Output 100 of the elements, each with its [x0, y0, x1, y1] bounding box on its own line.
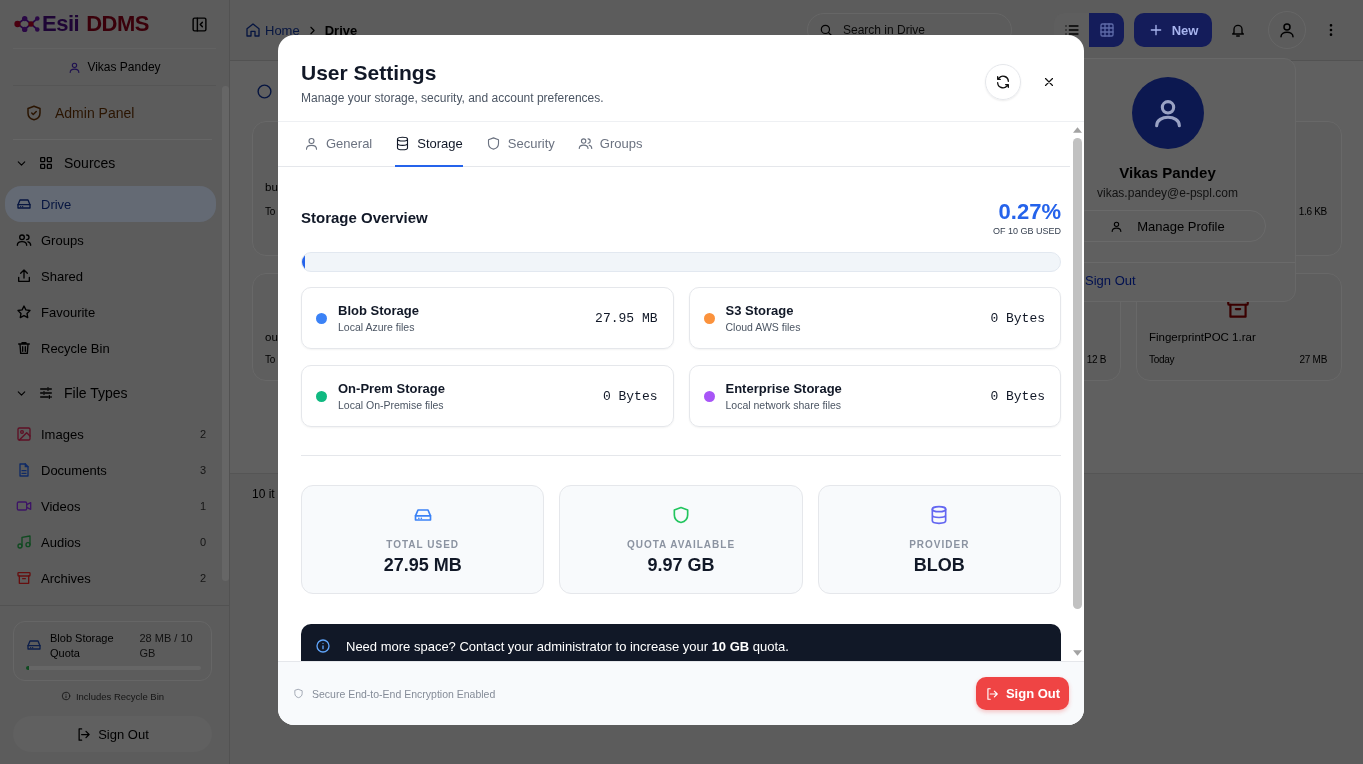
- scroll-up-icon[interactable]: [1072, 127, 1082, 133]
- people-icon: [577, 136, 593, 151]
- user-icon: [304, 136, 319, 151]
- stat-label: QUOTA AVAILABLE: [626, 539, 736, 550]
- scroll-down-icon[interactable]: [1072, 650, 1082, 656]
- profile-email: vikas.pandey@e-pspl.com: [1097, 186, 1238, 200]
- archive-box-icon: [16, 570, 32, 586]
- storage-name: Enterprise Storage: [725, 381, 843, 396]
- storage-name: On-Prem Storage: [338, 381, 446, 396]
- nav-item[interactable]: Archives 2: [5, 560, 216, 596]
- user-icon: [68, 60, 82, 74]
- nav-item[interactable]: Videos 1: [5, 488, 216, 524]
- user-icon: [1278, 21, 1296, 39]
- trash-icon: [16, 340, 32, 356]
- encryption-note: Secure End-to-End Encryption Enabled: [312, 687, 497, 700]
- database-icon: [929, 505, 950, 525]
- upload-icon: [16, 268, 32, 284]
- sign-out-link[interactable]: Sign Out: [1085, 273, 1136, 288]
- nav-item[interactable]: Recycle Bin: [5, 330, 216, 366]
- admin-panel-link[interactable]: Admin Panel: [5, 87, 216, 139]
- stat-value: 9.97 GB: [647, 555, 715, 576]
- logo-text: DDMS: [86, 11, 149, 37]
- nav-item[interactable]: Documents 3: [5, 452, 216, 488]
- profile-name: Vikas Pandey: [1119, 164, 1216, 181]
- nav-item[interactable]: Groups: [5, 222, 216, 258]
- bell-icon[interactable]: [1230, 22, 1246, 38]
- shield-icon: [671, 505, 691, 525]
- tab[interactable]: Groups: [577, 122, 643, 167]
- logo-text: Esii: [42, 11, 80, 37]
- file-date: To: [265, 206, 275, 217]
- quota-note: Includes Recycle Bin: [75, 690, 165, 702]
- shield-check-icon: [25, 104, 43, 122]
- storage-description: Local network share files: [725, 399, 843, 411]
- item-count: 1: [199, 500, 206, 512]
- video-camera-icon: [16, 498, 32, 514]
- shield-icon: [485, 136, 501, 151]
- sign-out-button[interactable]: Sign Out: [13, 716, 212, 752]
- tab[interactable]: Storage: [395, 122, 463, 167]
- tab[interactable]: Security: [485, 122, 555, 167]
- image-icon: [16, 426, 32, 442]
- nav-item[interactable]: Drive: [5, 186, 216, 222]
- quota-label: Blob Storage Quota: [50, 631, 115, 661]
- network-dots-icon: [13, 15, 40, 33]
- list-icon: [1063, 22, 1080, 38]
- new-button[interactable]: New: [1134, 13, 1212, 47]
- nav-item[interactable]: Shared: [5, 258, 216, 294]
- storage-description: Local On-Premise files: [338, 399, 445, 411]
- refresh-icon: [995, 74, 1011, 90]
- circle-icon[interactable]: [256, 82, 273, 100]
- file-size: 1.6 KB: [1298, 206, 1327, 217]
- storage-description: Local Azure files: [338, 321, 416, 333]
- search-icon: [819, 23, 833, 37]
- table-icon: [1098, 22, 1115, 38]
- hard-drive-icon: [16, 196, 32, 212]
- dialog-subtitle: Manage your storage, security, and account preferences.: [301, 91, 605, 105]
- breadcrumb-current: Drive: [324, 22, 358, 38]
- nav-item[interactable]: Favourite: [5, 294, 216, 330]
- storage-size: 0 Bytes: [990, 388, 1045, 404]
- banner-text: Need more space? Contact your administrator to increase your 10 GB quota.: [346, 639, 789, 654]
- view-toggle[interactable]: [1089, 13, 1124, 47]
- dialog-title: User Settings: [301, 60, 438, 86]
- user-name: Vikas Pandey: [87, 60, 161, 74]
- shield-icon: [293, 688, 304, 699]
- file-date: Today: [1149, 354, 1175, 365]
- info-icon: [315, 638, 331, 654]
- section-title: Storage Overview: [301, 209, 428, 226]
- sign-out-button[interactable]: Sign Out: [976, 677, 1069, 710]
- star-icon: [16, 304, 32, 320]
- item-count: 10 it: [252, 487, 275, 501]
- database-icon: [395, 136, 411, 151]
- section-header[interactable]: Sources: [5, 140, 216, 186]
- close-icon: [1042, 75, 1056, 89]
- info-icon: [60, 691, 71, 701]
- breadcrumb-link[interactable]: Home: [245, 22, 300, 38]
- item-count: 2: [199, 572, 206, 584]
- storage-size: 27.95 MB: [595, 310, 658, 326]
- storage-name: S3 Storage: [725, 303, 795, 318]
- stat-value: BLOB: [913, 555, 965, 576]
- people-icon: [16, 232, 32, 248]
- item-count: 0: [199, 536, 206, 548]
- sliders-icon: [38, 385, 54, 401]
- sign-out-icon: [984, 686, 999, 701]
- nav-item[interactable]: Images 2: [5, 416, 216, 452]
- item-count: 2: [199, 428, 206, 440]
- storage-size: 0 Bytes: [602, 388, 658, 404]
- grid-icon: [38, 155, 54, 171]
- music-note-icon: [16, 534, 32, 550]
- sign-out-icon: [76, 726, 92, 742]
- sidebar-toggle-icon[interactable]: [191, 15, 208, 33]
- section-header[interactable]: File Types: [5, 370, 216, 416]
- hard-drive-icon: [26, 637, 42, 653]
- storage-size: 0 Bytes: [990, 310, 1045, 326]
- usage-caption: OF 10 GB USED: [992, 226, 1061, 236]
- user-icon: [1110, 219, 1124, 233]
- nav-item[interactable]: Audios 0: [5, 524, 216, 560]
- stat-value: 27.95 MB: [383, 555, 462, 576]
- tab[interactable]: General: [304, 122, 373, 167]
- storage-name: Blob Storage: [338, 303, 420, 318]
- file-name: bu: [265, 181, 278, 193]
- home-icon: [245, 22, 261, 38]
